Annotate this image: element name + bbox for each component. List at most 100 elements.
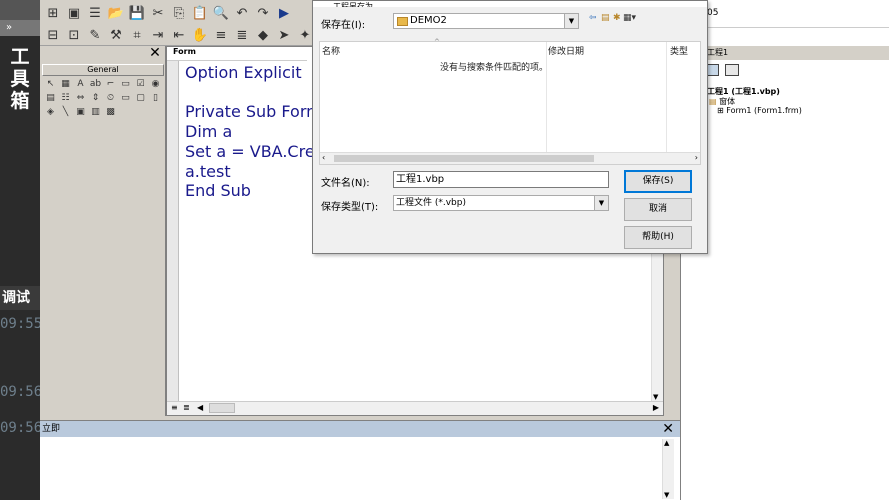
debug-title-text: 调试	[2, 290, 30, 306]
save-in-combo[interactable]: DEMO2 ▼	[393, 13, 579, 29]
immediate-title-bar: 立即 ✕	[40, 421, 680, 437]
run-icon[interactable]: ▶	[275, 4, 293, 22]
up-folder-icon[interactable]: ▤	[601, 13, 610, 23]
close-icon[interactable]: ✕	[662, 421, 674, 437]
top-field: 05	[681, 0, 889, 28]
align-icon[interactable]: ≣	[233, 26, 251, 44]
undo-icon[interactable]: ↶	[233, 4, 251, 22]
save-button[interactable]: 保存(S)	[624, 170, 692, 193]
column-header-name[interactable]: 名称	[322, 44, 340, 57]
paste-icon[interactable]: 📋	[191, 4, 209, 22]
combobox-icon[interactable]: ▤	[44, 92, 57, 104]
listbox-icon[interactable]: ☷	[59, 92, 72, 104]
cancel-button[interactable]: 取消	[624, 198, 692, 221]
filetype-combo[interactable]: 工程文件 (*.vbp) ▼	[393, 195, 609, 211]
code-window-title: Form	[167, 47, 307, 61]
chevron-down-icon[interactable]: ▼	[594, 196, 608, 210]
checkbox-icon[interactable]: ☑	[134, 78, 147, 90]
toolbox-general-tab[interactable]: General	[42, 64, 164, 76]
commandbutton-icon[interactable]: ▭	[119, 78, 132, 90]
view-menu-icon[interactable]: ▦▾	[623, 13, 636, 23]
cut-icon[interactable]: ✂	[149, 4, 167, 22]
tree-form1-label: Form1 (Form1.frm)	[726, 106, 802, 115]
ole-icon[interactable]: ▩	[104, 106, 117, 118]
add-form-icon[interactable]: ▣	[65, 4, 83, 22]
scroll-left-icon[interactable]: ◀	[197, 403, 203, 412]
frame-icon[interactable]: ⌐	[104, 78, 117, 90]
toolbox-icon[interactable]: ⚒	[107, 26, 125, 44]
collapse-arrow-icon[interactable]: »	[0, 20, 40, 36]
scroll-down-icon[interactable]: ▼	[664, 491, 669, 499]
toolbox-side-title: 工 具 箱	[0, 46, 40, 112]
project-explorer: 工程1 工程1 (工程1.vbp) ▤ 窗体 ⊞ Form1 (Form1.fr…	[680, 46, 889, 500]
option-icon[interactable]: ◉	[149, 78, 162, 90]
scroll-thumb[interactable]	[209, 403, 235, 413]
picturebox-icon[interactable]: ▦	[59, 78, 72, 90]
hand-icon[interactable]: ✋	[191, 26, 209, 44]
file-list[interactable]: 名称 ^ 修改日期 类型 没有与搜索条件匹配的项。 ‹ ›	[319, 38, 701, 165]
save-in-value: DEMO2	[410, 15, 447, 26]
immediate-input[interactable]	[44, 439, 654, 499]
object-browser-icon[interactable]: ⊡	[65, 26, 83, 44]
column-header-date[interactable]: 修改日期	[548, 44, 584, 57]
timestamp: 09:55	[0, 316, 43, 332]
procedure-view-icon[interactable]: ≡	[171, 403, 178, 412]
column-header-type[interactable]: 类型	[670, 44, 688, 57]
add-project-icon[interactable]: ⊞	[44, 4, 62, 22]
save-icon[interactable]: 💾	[128, 4, 146, 22]
close-icon[interactable]: ✕	[148, 46, 162, 60]
open-folder-icon[interactable]: 📂	[107, 4, 125, 22]
data-view-icon[interactable]: ⌗	[128, 26, 146, 44]
outdent-icon[interactable]: ⇤	[170, 26, 188, 44]
textbox-icon[interactable]: ab	[89, 78, 102, 90]
tree-item-form1[interactable]: ⊞ Form1 (Form1.frm)	[717, 106, 802, 115]
form-icon: ⊞	[717, 106, 724, 115]
scroll-left-icon[interactable]: ‹	[322, 153, 325, 162]
shape-icon[interactable]: ◈	[44, 106, 57, 118]
view-object-icon[interactable]	[725, 64, 739, 76]
data-icon[interactable]: ▥	[89, 106, 102, 118]
find-icon[interactable]: 🔍	[212, 4, 230, 22]
filetype-label: 保存类型(T):	[321, 202, 379, 213]
scroll-thumb[interactable]	[334, 155, 594, 162]
chevron-down-icon[interactable]: ▼	[564, 14, 578, 28]
drive-icon[interactable]: ▭	[119, 92, 132, 104]
properties-icon[interactable]: ⊟	[44, 26, 62, 44]
scroll-up-icon[interactable]: ▲	[664, 439, 669, 447]
dir-icon[interactable]: ▢	[134, 92, 147, 104]
code-editor[interactable]: Option Explicit Private Sub Form_ Dim a Set…	[185, 63, 331, 201]
help-button[interactable]: 帮助(H)	[624, 226, 692, 249]
pointer-icon[interactable]: ↖	[44, 78, 57, 90]
filename-input[interactable]: 工程1.vbp	[393, 171, 609, 188]
next-bookmark-icon[interactable]: ➤	[275, 26, 293, 44]
vertical-scrollbar[interactable]: ▲ ▼	[662, 439, 674, 499]
image-icon[interactable]: ▣	[74, 106, 87, 118]
vscroll-icon[interactable]: ⇕	[89, 92, 102, 104]
scroll-right-icon[interactable]: ▶	[653, 403, 659, 412]
code-line: Dim a	[185, 122, 233, 142]
copy-icon[interactable]: ⎘	[170, 4, 188, 22]
indent-icon[interactable]: ⇥	[149, 26, 167, 44]
new-folder-icon[interactable]: ✱	[613, 13, 621, 23]
hscroll-icon[interactable]: ⇔	[74, 92, 87, 104]
horizontal-scrollbar[interactable]: ≡ ≣ ◀ ▶	[167, 401, 663, 415]
file-icon[interactable]: ▯	[149, 92, 162, 104]
line-icon[interactable]: ╲	[59, 106, 72, 118]
toggle-bookmark-icon[interactable]: ◆	[254, 26, 272, 44]
immediate-window: 立即 ✕ ▲ ▼	[40, 420, 680, 500]
timer-icon[interactable]: ⏲	[104, 92, 117, 104]
label-icon[interactable]: A	[74, 78, 87, 90]
title-char: 箱	[10, 90, 30, 112]
toolbar: ⊞ ▣ ☰ 📂 💾 ✂ ⎘ 📋 🔍 ↶ ↷ ▶ ⊟ ⊡ ✎ ⚒ ⌗ ⇥ ⇤ ✋ …	[40, 0, 312, 46]
horizontal-scrollbar[interactable]: ‹ ›	[320, 152, 700, 164]
back-icon[interactable]: ⇦	[589, 13, 597, 23]
scroll-right-icon[interactable]: ›	[695, 153, 698, 162]
comment-icon[interactable]: ≡	[212, 26, 230, 44]
redo-icon[interactable]: ↷	[254, 4, 272, 22]
scroll-down-icon[interactable]: ▼	[653, 393, 658, 401]
code-line: Set a = VBA.Creat	[185, 141, 331, 161]
menu-editor-icon[interactable]: ☰	[86, 4, 104, 22]
full-module-view-icon[interactable]: ≣	[183, 403, 190, 412]
edit-icon[interactable]: ✎	[86, 26, 104, 44]
sort-up-icon: ^	[434, 38, 440, 46]
